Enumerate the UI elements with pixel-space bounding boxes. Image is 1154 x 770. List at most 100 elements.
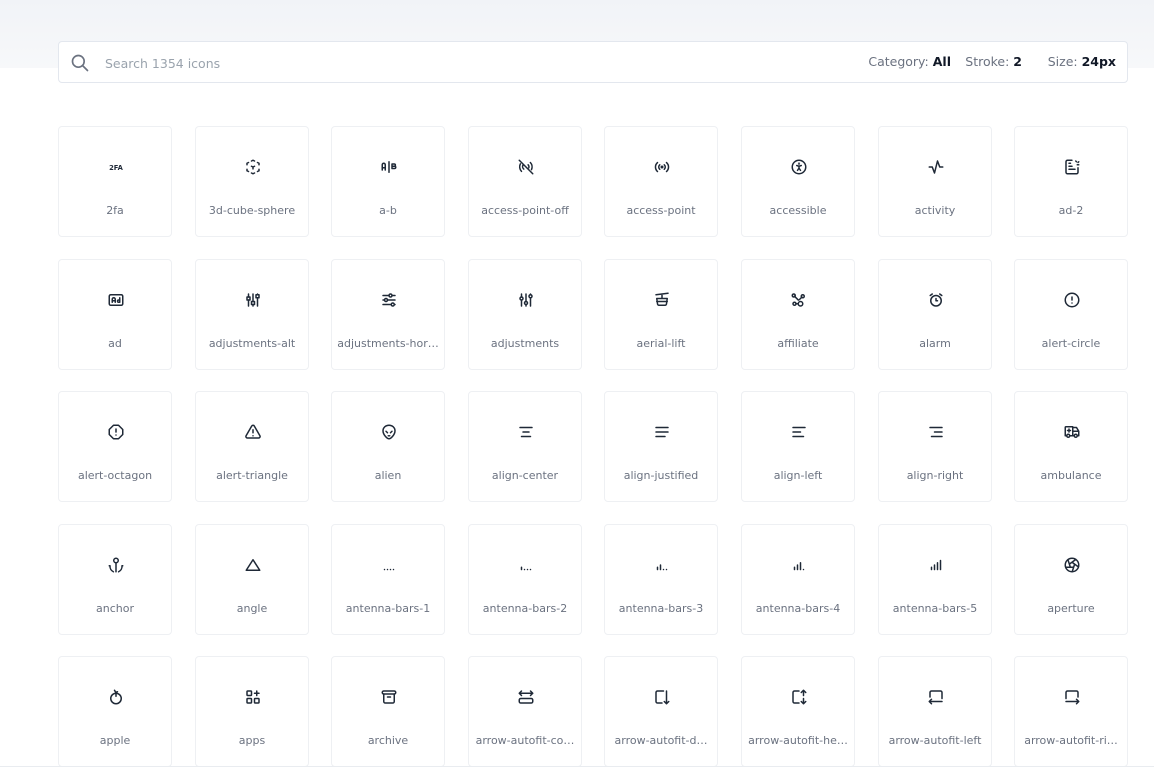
icon-card-label: alarm (919, 337, 951, 350)
stroke-filter-value: 2 (1013, 54, 1022, 69)
icon-card[interactable]: apple (58, 656, 172, 767)
icon-card[interactable]: alarm (878, 259, 992, 370)
access-point-off-icon (517, 158, 535, 176)
apple-icon (107, 688, 125, 706)
icon-card-label: antenna-bars-1 (345, 602, 431, 615)
icon-card-label: activity (914, 204, 956, 217)
aerial-lift-icon (653, 291, 671, 309)
icon-card[interactable]: 3d-cube-sphere (195, 126, 309, 237)
icon-card[interactable]: ad (58, 259, 172, 370)
icon-card[interactable]: align-right (878, 391, 992, 502)
icon-card-label: antenna-bars-2 (482, 602, 568, 615)
aperture-icon (1063, 556, 1081, 574)
icon-card[interactable]: ambulance (1014, 391, 1128, 502)
icon-card-label: archive (367, 734, 409, 747)
icon-card-label: arrow-autofit-co… (475, 734, 575, 747)
align-justified-icon (653, 423, 671, 441)
icon-card[interactable]: antenna-bars-1 (331, 524, 445, 635)
antenna-bars-2-icon (517, 556, 535, 574)
anchor-icon (107, 556, 125, 574)
align-center-icon (517, 423, 535, 441)
icon-card[interactable]: affiliate (741, 259, 855, 370)
icon-card[interactable]: apps (195, 656, 309, 767)
alert-octagon-icon (107, 423, 125, 441)
icon-card[interactable]: alert-triangle (195, 391, 309, 502)
accessible-icon (790, 158, 808, 176)
arrow-autofit-down-icon (653, 688, 671, 706)
icon-card-label: antenna-bars-3 (618, 602, 704, 615)
arrow-autofit-right-icon (1063, 688, 1081, 706)
stroke-filter[interactable]: Stroke: 2 (965, 42, 1022, 82)
icon-card[interactable]: archive (331, 656, 445, 767)
icon-card-label: align-center (491, 469, 559, 482)
icon-card-label: a-b (379, 204, 397, 217)
icon-card-label: 2fa (106, 204, 124, 217)
arrow-autofit-left-icon (927, 688, 945, 706)
icon-card-label: aerial-lift (636, 337, 686, 350)
icon-card[interactable]: angle (195, 524, 309, 635)
icon-card[interactable]: anchor (58, 524, 172, 635)
icon-card[interactable]: adjustments-alt (195, 259, 309, 370)
icon-card[interactable]: aerial-lift (604, 259, 718, 370)
activity-icon (927, 158, 945, 176)
icon-card[interactable]: antenna-bars-3 (604, 524, 718, 635)
access-point-icon (653, 158, 671, 176)
icon-card[interactable]: arrow-autofit-he… (741, 656, 855, 767)
category-filter[interactable]: Category: All (868, 42, 951, 82)
antenna-bars-3-icon (653, 556, 671, 574)
icon-card[interactable]: arrow-autofit-left (878, 656, 992, 767)
icon-card[interactable]: access-point (604, 126, 718, 237)
icon-card-label: align-left (773, 469, 823, 482)
ad-2-icon (1063, 158, 1081, 176)
icon-card[interactable]: accessible (741, 126, 855, 237)
icon-card[interactable]: alert-circle (1014, 259, 1128, 370)
icon-card[interactable]: alert-octagon (58, 391, 172, 502)
icon-card[interactable]: antenna-bars-2 (468, 524, 582, 635)
antenna-bars-4-icon (790, 556, 808, 574)
icon-card-label: aperture (1047, 602, 1095, 615)
icon-card[interactable]: arrow-autofit-d… (604, 656, 718, 767)
icon-card-label: ad-2 (1058, 204, 1084, 217)
icon-card-label: arrow-autofit-d… (614, 734, 708, 747)
apps-icon (244, 688, 262, 706)
icon-card[interactable]: align-left (741, 391, 855, 502)
adjustments-horizontal-icon (380, 291, 398, 309)
icon-card[interactable]: access-point-off (468, 126, 582, 237)
icon-card[interactable]: 2FA 2fa (58, 126, 172, 237)
icon-card[interactable]: ad-2 (1014, 126, 1128, 237)
icon-card[interactable]: aperture (1014, 524, 1128, 635)
3d-cube-sphere-icon (244, 158, 262, 176)
icon-card-label: ad (108, 337, 122, 350)
search-input[interactable] (103, 51, 667, 75)
icon-card[interactable]: activity (878, 126, 992, 237)
icon-card-label: align-right (906, 469, 964, 482)
antenna-bars-1-icon (380, 556, 398, 574)
icon-card-label: align-justified (623, 469, 699, 482)
ambulance-icon (1063, 423, 1081, 441)
alert-circle-icon (1063, 291, 1081, 309)
icon-card-label: access-point-off (481, 204, 569, 217)
icon-card[interactable]: adjustments-hor… (331, 259, 445, 370)
icon-card-label: 3d-cube-sphere (208, 204, 296, 217)
icon-card[interactable]: antenna-bars-4 (741, 524, 855, 635)
icon-card[interactable]: arrow-autofit-co… (468, 656, 582, 767)
icon-card[interactable]: antenna-bars-5 (878, 524, 992, 635)
icon-card-label: arrow-autofit-ri… (1024, 734, 1118, 747)
icon-card[interactable]: align-center (468, 391, 582, 502)
icon-card-label: alert-octagon (77, 469, 153, 482)
svg-text:2FA: 2FA (109, 164, 124, 172)
icon-card-label: accessible (769, 204, 827, 217)
icon-card-label: adjustments-alt (208, 337, 296, 350)
icon-card-label: affiliate (777, 337, 819, 350)
icon-card[interactable]: alien (331, 391, 445, 502)
icon-card[interactable]: adjustments (468, 259, 582, 370)
adjustments-icon (517, 291, 535, 309)
archive-icon (380, 688, 398, 706)
a-b-icon (380, 158, 398, 176)
icon-card[interactable]: arrow-autofit-ri… (1014, 656, 1128, 767)
icon-card[interactable]: align-justified (604, 391, 718, 502)
icon-card-label: angle (236, 602, 268, 615)
size-filter[interactable]: Size: 24px (1048, 42, 1116, 82)
alien-icon (380, 423, 398, 441)
icon-card[interactable]: a-b (331, 126, 445, 237)
